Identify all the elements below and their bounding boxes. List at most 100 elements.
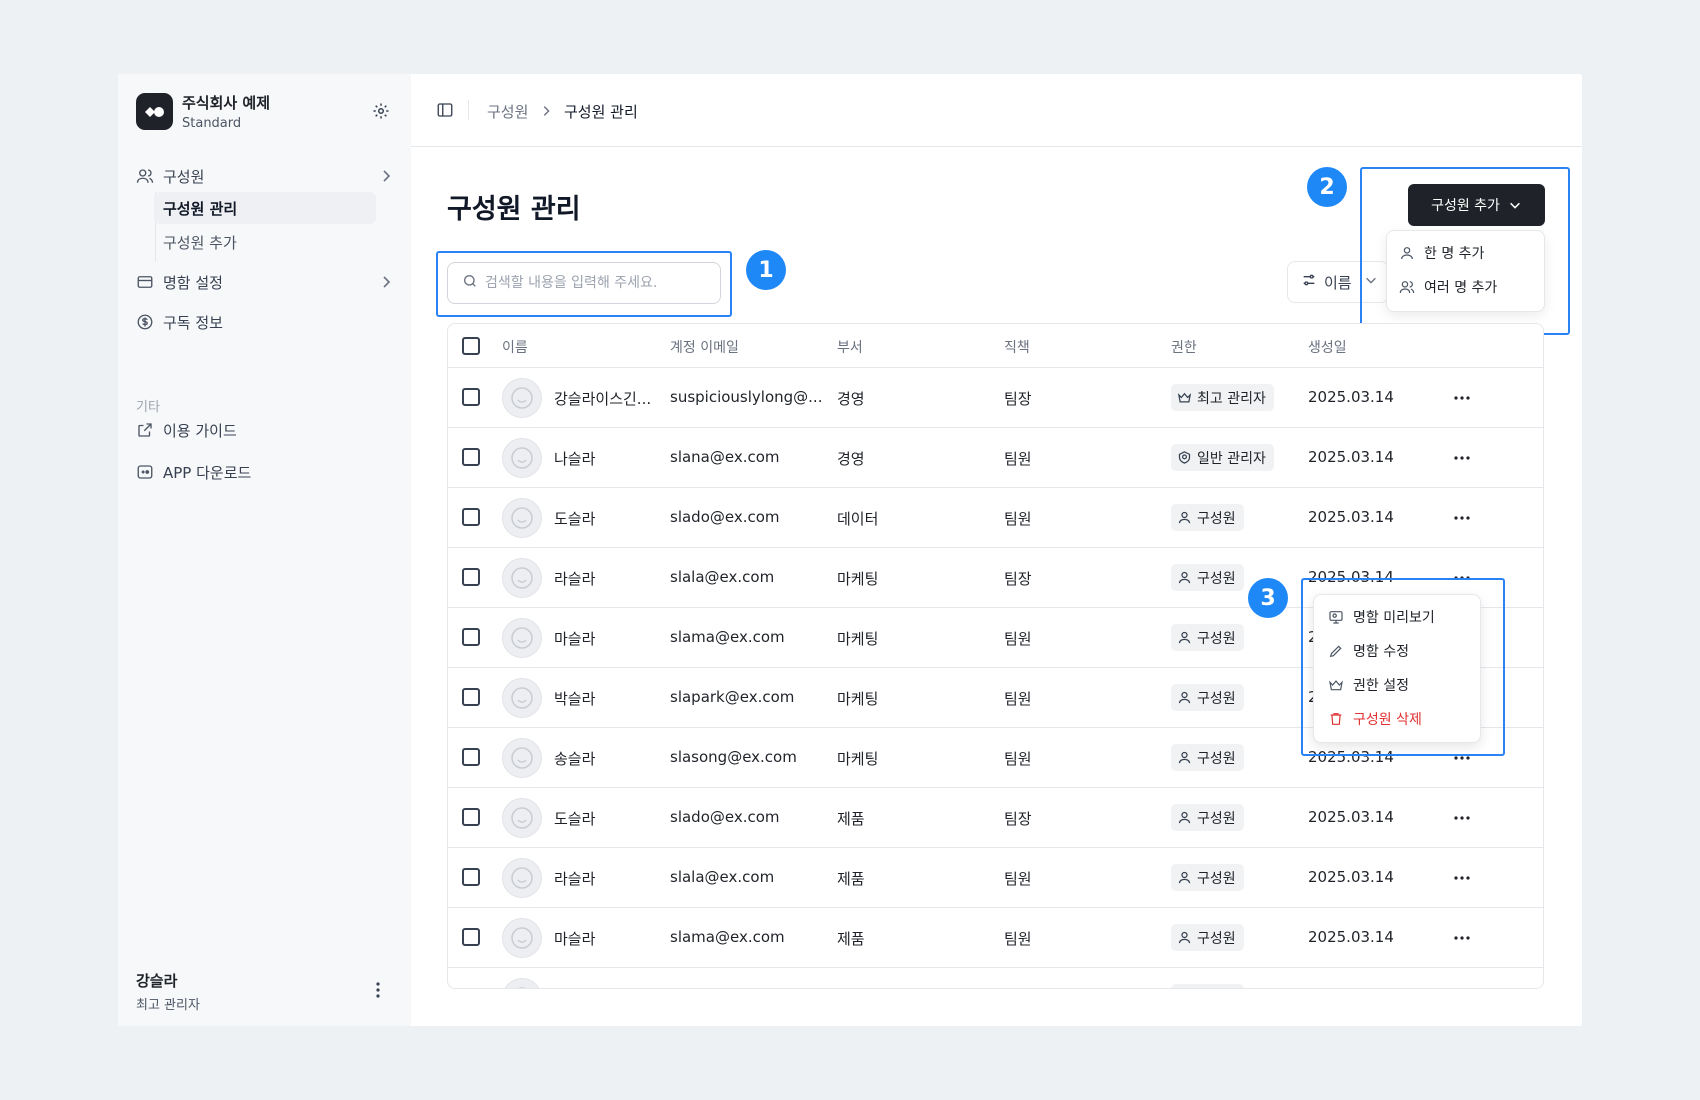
- plan-label: Standard: [182, 116, 242, 131]
- row-checkbox[interactable]: [462, 928, 480, 946]
- column-header-role[interactable]: 권한: [1171, 337, 1197, 357]
- cell-position: 팀원: [1004, 930, 1032, 948]
- role-label: 구성원: [1197, 690, 1236, 707]
- sidebar: 주식회사 예제 Standard 구성원 구성원 관리 구성원 추가 명함 설정…: [118, 74, 411, 1026]
- person-icon: [1177, 630, 1192, 645]
- row-checkbox[interactable]: [462, 628, 480, 646]
- table-row[interactable]: 라슬라 slala@ex.com 제품 팀원 구성원 2025.03.14: [448, 848, 1543, 908]
- row-checkbox[interactable]: [462, 388, 480, 406]
- callout-badge-2: 2: [1307, 167, 1347, 207]
- column-header-email[interactable]: 계정 이메일: [670, 337, 739, 357]
- role-label: 구성원: [1197, 510, 1236, 527]
- cell-email: slapark@ex.com: [670, 688, 795, 706]
- row-checkbox[interactable]: [462, 808, 480, 826]
- sidebar-item-member-add[interactable]: 구성원 추가: [154, 226, 376, 258]
- sidebar-item-label: 이용 가이드: [163, 421, 237, 440]
- role-label: 구성원: [1197, 570, 1236, 587]
- cell-created: 2025.03.14: [1308, 388, 1394, 406]
- cell-email: slado@ex.com: [670, 808, 780, 826]
- cell-position: 팀원: [1004, 510, 1032, 528]
- table-row[interactable]: 도슬라 slado@ex.com 데이터 팀원 구성원 2025.03.14: [448, 488, 1543, 548]
- sidebar-item-card-settings[interactable]: 명함 설정: [136, 268, 394, 296]
- more-horizontal-icon[interactable]: [1452, 868, 1472, 888]
- select-all-checkbox[interactable]: [462, 337, 480, 355]
- cell-email: slado@ex.com: [670, 508, 780, 526]
- cell-position: 팀장: [1004, 570, 1032, 588]
- more-horizontal-icon[interactable]: [1452, 388, 1472, 408]
- chevron-right-icon: [539, 103, 553, 117]
- cell-created: 2025.03.14: [1308, 448, 1394, 466]
- row-checkbox[interactable]: [462, 568, 480, 586]
- gear-icon[interactable]: [372, 102, 390, 120]
- sidebar-item-member-manage[interactable]: 구성원 관리: [154, 192, 376, 224]
- role-badge: 구성원: [1171, 504, 1244, 531]
- cell-email: slala@ex.com: [670, 868, 775, 886]
- role-label: 구성원: [1197, 750, 1236, 767]
- row-checkbox[interactable]: [462, 508, 480, 526]
- role-label: 최고 관리자: [1197, 390, 1266, 407]
- role-badge: 구성원: [1171, 864, 1244, 891]
- avatar: [502, 858, 542, 898]
- more-horizontal-icon[interactable]: [1452, 988, 1472, 989]
- brand-logo-icon: [136, 93, 173, 130]
- kebab-menu-icon[interactable]: [368, 980, 388, 1000]
- role-badge: 구성원: [1171, 744, 1244, 771]
- more-horizontal-icon[interactable]: [1452, 448, 1472, 468]
- sidebar-toggle-icon[interactable]: [436, 101, 454, 119]
- more-horizontal-icon[interactable]: [1452, 508, 1472, 528]
- cell-name: 라슬라: [554, 870, 596, 888]
- row-checkbox[interactable]: [462, 688, 480, 706]
- cell-name: 마슬라: [554, 630, 596, 648]
- more-horizontal-icon[interactable]: [1452, 928, 1472, 948]
- cell-name: 송슬라: [554, 750, 596, 768]
- table-row[interactable]: 강슬라이스긴... suspiciouslylong@... 경영 팀장 최고 관리자 2…: [448, 368, 1543, 428]
- column-header-name[interactable]: 이름: [502, 337, 528, 357]
- cell-email: slapark@ex.com: [670, 988, 828, 989]
- row-checkbox[interactable]: [462, 868, 480, 886]
- cell-email: slama@ex.com: [670, 928, 785, 946]
- role-badge: 구성원: [1171, 984, 1244, 988]
- table-header: 이름 계정 이메일 부서 직책 권한 생성일: [448, 324, 1543, 368]
- cell-created: 2025.03.14: [1308, 808, 1394, 826]
- cell-position: 팀장: [1004, 810, 1032, 828]
- role-badge: 구성원: [1171, 684, 1244, 711]
- cell-created: 2025.03.14: [1308, 988, 1394, 989]
- sidebar-item-app-download[interactable]: APP 다운로드: [136, 458, 394, 486]
- cell-dept: 마케팅: [837, 630, 879, 648]
- row-checkbox[interactable]: [462, 448, 480, 466]
- sidebar-item-subscription[interactable]: 구독 정보: [136, 308, 394, 336]
- avatar: [502, 498, 542, 538]
- sidebar-item-label: APP 다운로드: [163, 463, 252, 482]
- table-row[interactable]: 박슬라 slapark@ex.com 제품 팀원 구성원 2025.03.14: [448, 968, 1543, 989]
- cell-dept: 마케팅: [837, 570, 879, 588]
- cell-position: 팀원: [1004, 870, 1032, 888]
- cell-dept: 제품: [837, 810, 865, 828]
- role-badge: 구성원: [1171, 624, 1244, 651]
- column-header-dept[interactable]: 부서: [837, 337, 863, 357]
- table-row[interactable]: 나슬라 slana@ex.com 경영 팀원 일반 관리자 2025.03.14: [448, 428, 1543, 488]
- row-checkbox[interactable]: [462, 988, 480, 989]
- role-badge: 일반 관리자: [1171, 444, 1274, 471]
- column-header-position[interactable]: 직책: [1004, 337, 1030, 357]
- dollar-icon: [136, 313, 154, 331]
- callout-badge-3: 3: [1248, 578, 1288, 618]
- cell-name: 도슬라: [554, 810, 596, 828]
- column-header-created[interactable]: 생성일: [1308, 337, 1347, 357]
- brand[interactable]: 주식회사 예제 Standard: [136, 92, 270, 131]
- role-badge: 구성원: [1171, 564, 1244, 591]
- sidebar-item-members[interactable]: 구성원: [136, 162, 394, 190]
- table-row[interactable]: 도슬라 slado@ex.com 제품 팀장 구성원 2025.03.14: [448, 788, 1543, 848]
- divider: [468, 100, 469, 120]
- sidebar-item-guide[interactable]: 이용 가이드: [136, 416, 394, 444]
- more-horizontal-icon[interactable]: [1452, 808, 1472, 828]
- user-name: 강슬라: [136, 972, 178, 990]
- company-name: 주식회사 예제: [182, 94, 271, 112]
- cell-position: 팀원: [1004, 750, 1032, 768]
- callout-badge-1: 1: [746, 250, 786, 290]
- person-icon: [1177, 510, 1192, 525]
- row-checkbox[interactable]: [462, 748, 480, 766]
- table-row[interactable]: 마슬라 slama@ex.com 제품 팀원 구성원 2025.03.14: [448, 908, 1543, 968]
- cell-dept: 제품: [837, 870, 865, 888]
- breadcrumb-parent[interactable]: 구성원: [487, 101, 528, 122]
- highlight-add-member: [1360, 167, 1570, 335]
